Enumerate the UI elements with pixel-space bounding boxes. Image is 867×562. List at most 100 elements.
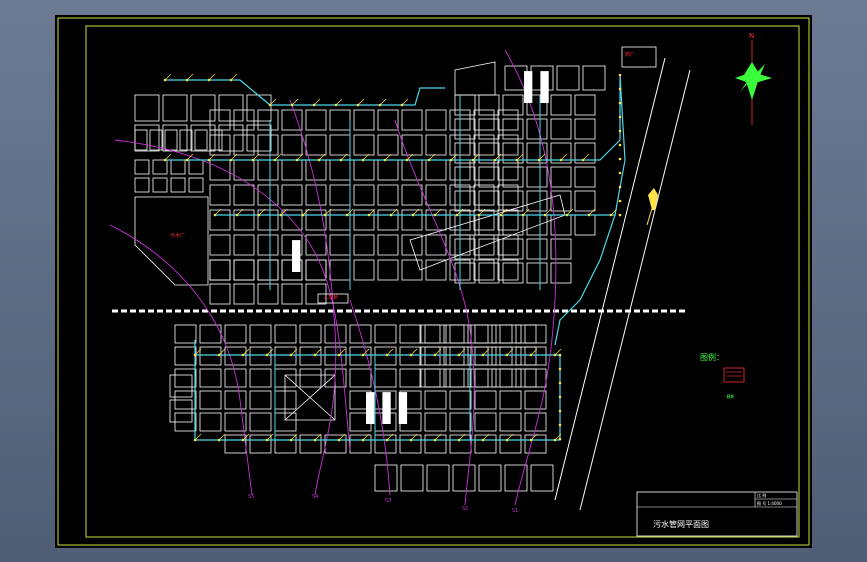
legend-item: · 截断 [724,393,735,399]
north-label: N [749,32,754,40]
manhole [217,353,221,357]
manhole [229,78,233,82]
manhole [433,213,437,217]
manhole [213,213,217,217]
manhole [558,395,562,399]
manhole [229,158,233,162]
manhole [558,409,562,413]
manhole [295,158,299,162]
manhole [385,353,389,357]
manhole [618,199,622,203]
manhole [457,353,461,357]
zone-label-iii: III [362,384,411,435]
manhole [313,438,317,442]
manhole [618,115,622,119]
pipe-label-s4: S4 [312,494,318,500]
manhole [457,438,461,442]
manhole [323,213,327,217]
manhole [537,158,541,162]
drawing-title: 污水管网平面图 [653,519,709,529]
manhole [207,158,211,162]
manhole [193,438,197,442]
manhole [477,213,481,217]
manhole [455,213,459,217]
manhole [618,157,622,161]
manhole [289,438,293,442]
manhole [553,438,557,442]
manhole [265,353,269,357]
manhole [409,353,413,357]
manhole [279,213,283,217]
manhole [618,129,622,133]
manhole [449,158,453,162]
manhole [521,213,525,217]
bridge-label: 人车桥 [323,294,338,301]
manhole [558,437,562,441]
manhole [427,158,431,162]
manhole [409,438,413,442]
title-block-number: 图 号 1:4000 [757,500,782,506]
plant-label: 污水厂 [170,232,185,239]
manhole [337,438,341,442]
manhole [185,78,189,82]
manhole [367,213,371,217]
manhole [618,171,622,175]
manhole [185,158,189,162]
manhole [433,438,437,442]
manhole [361,353,365,357]
manhole [618,101,622,105]
manhole [481,353,485,357]
manhole [337,353,341,357]
manhole [543,213,547,217]
factory-label: 商厂 [625,51,635,58]
manhole [559,158,563,162]
manhole [235,213,239,217]
manhole [493,158,497,162]
manhole [553,353,557,357]
manhole [609,213,613,217]
manhole [471,158,475,162]
manhole [345,213,349,217]
manhole [385,438,389,442]
manhole [317,158,321,162]
manhole [265,438,269,442]
manhole [565,213,569,217]
manhole [411,213,415,217]
manhole [587,213,591,217]
manhole [290,103,294,107]
manhole [356,103,360,107]
manhole [163,158,167,162]
manhole [558,423,562,427]
manhole [581,158,585,162]
manhole [378,103,382,107]
manhole [217,438,221,442]
manhole [405,158,409,162]
manhole [558,353,562,357]
zone-label-i: I [288,232,304,283]
manhole [618,143,622,147]
manhole [251,158,255,162]
manhole [163,78,167,82]
manhole [558,367,562,371]
manhole [618,213,622,217]
manhole [515,158,519,162]
manhole [618,185,622,189]
manhole [268,103,272,107]
manhole [207,78,211,82]
manhole [618,87,622,91]
manhole [241,353,245,357]
manhole [389,213,393,217]
pipe-label-s2: S2 [462,506,468,512]
manhole [361,158,365,162]
manhole [481,438,485,442]
manhole [558,381,562,385]
pipe-label-s5: S5 [248,494,254,500]
manhole [193,353,197,357]
manhole [361,438,365,442]
drawing-sheet: II I III 污水厂 商厂 人车桥 S5 S4 S3 S2 S1 N 图例：… [55,15,812,548]
zone-label-ii: II [520,63,553,114]
manhole [339,158,343,162]
manhole [334,103,338,107]
manhole [400,103,404,107]
manhole [505,438,509,442]
